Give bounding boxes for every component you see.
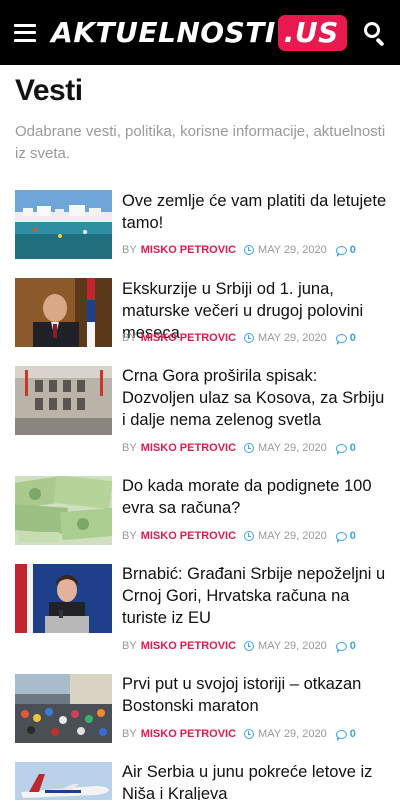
article-item: Prvi put u svojoj istoriji – otkazan Bos… [0,672,400,760]
clock-icon [244,729,255,739]
clock-icon [244,245,255,255]
search-icon[interactable] [362,20,388,46]
author-link[interactable]: MISKO PETROVIC [141,640,236,652]
comment-count[interactable]: 0 [350,332,356,344]
article-thumbnail-image[interactable] [15,674,112,743]
article-item: Crna Gora proširila spisak: Dozvoljen ul… [0,364,400,474]
comment-count[interactable]: 0 [350,728,356,740]
article-item: Air Serbia u junu pokreće letove iz Niša… [0,760,400,800]
clock-icon [244,333,255,343]
comment-icon [335,729,347,741]
article-title[interactable]: Do kada morate da podignete 100 evra sa … [122,475,392,519]
article-thumbnail-image[interactable] [15,278,112,347]
article-date: MAY 29, 2020 [258,442,327,454]
article-date: MAY 29, 2020 [258,530,327,542]
clock-icon [244,531,255,541]
article-date: MAY 29, 2020 [258,640,327,652]
comment-icon [335,333,347,345]
comment-icon [335,641,347,653]
article-title[interactable]: Air Serbia u junu pokreće letove iz Niša… [122,761,392,800]
by-label: BY [122,332,137,344]
by-label: BY [122,442,137,454]
page-description: Odabrane vesti, politika, korisne inform… [15,123,386,162]
article-meta: BY MISKO PETROVIC MAY 29, 2020 0 [122,244,356,257]
logo-main-text: AKTUELNOSTI [51,16,276,49]
comment-icon [335,531,347,543]
clock-icon [244,443,255,453]
by-label: BY [122,728,137,740]
article-thumbnail-image[interactable] [15,564,112,633]
article-thumbnail-image[interactable] [15,190,112,259]
article-thumbnail-image[interactable] [15,366,112,435]
clock-icon [244,641,255,651]
author-link[interactable]: MISKO PETROVIC [141,728,236,740]
page-title: Vesti [15,74,83,107]
article-date: MAY 29, 2020 [258,332,327,344]
comment-icon [335,443,347,455]
logo-accent-text: .US [277,14,347,51]
comment-count[interactable]: 0 [350,530,356,542]
comment-count[interactable]: 0 [350,640,356,652]
author-link[interactable]: MISKO PETROVIC [141,442,236,454]
article-date: MAY 29, 2020 [258,244,327,256]
by-label: BY [122,640,137,652]
article-list: Ove zemlje će vam platiti da letujete ta… [0,188,400,800]
article-meta: BY MISKO PETROVIC MAY 29, 2020 0 [122,728,356,741]
article-thumbnail-image[interactable] [15,476,112,545]
article-meta: BY MISKO PETROVIC MAY 29, 2020 0 [122,332,356,345]
article-thumbnail-image[interactable] [15,762,112,800]
article-title[interactable]: Brnabić: Građani Srbije nepoželjni u Crn… [122,563,392,629]
article-title[interactable]: Crna Gora proširila spisak: Dozvoljen ul… [122,365,392,431]
author-link[interactable]: MISKO PETROVIC [141,332,236,344]
by-label: BY [122,530,137,542]
article-title[interactable]: Prvi put u svojoj istoriji – otkazan Bos… [122,673,392,717]
article-meta: BY MISKO PETROVIC MAY 29, 2020 0 [122,442,356,455]
article-item: Ove zemlje će vam platiti da letujete ta… [0,188,400,276]
article-item: Ekskurzije u Srbiji od 1. juna, maturske… [0,276,400,364]
article-item: Brnabić: Građani Srbije nepoželjni u Crn… [0,562,400,672]
article-meta: BY MISKO PETROVIC MAY 29, 2020 0 [122,530,356,543]
top-bar: AKTUELNOSTI .US [0,0,400,65]
article-date: MAY 29, 2020 [258,728,327,740]
comment-icon [335,245,347,257]
comment-count[interactable]: 0 [350,244,356,256]
by-label: BY [122,244,137,256]
author-link[interactable]: MISKO PETROVIC [141,244,236,256]
author-link[interactable]: MISKO PETROVIC [141,530,236,542]
article-title[interactable]: Ove zemlje će vam platiti da letujete ta… [122,190,392,234]
article-item: Do kada morate da podignete 100 evra sa … [0,474,400,562]
comment-count[interactable]: 0 [350,442,356,454]
site-logo[interactable]: AKTUELNOSTI .US [51,14,347,51]
menu-icon[interactable] [14,23,36,42]
article-meta: BY MISKO PETROVIC MAY 29, 2020 0 [122,640,356,653]
